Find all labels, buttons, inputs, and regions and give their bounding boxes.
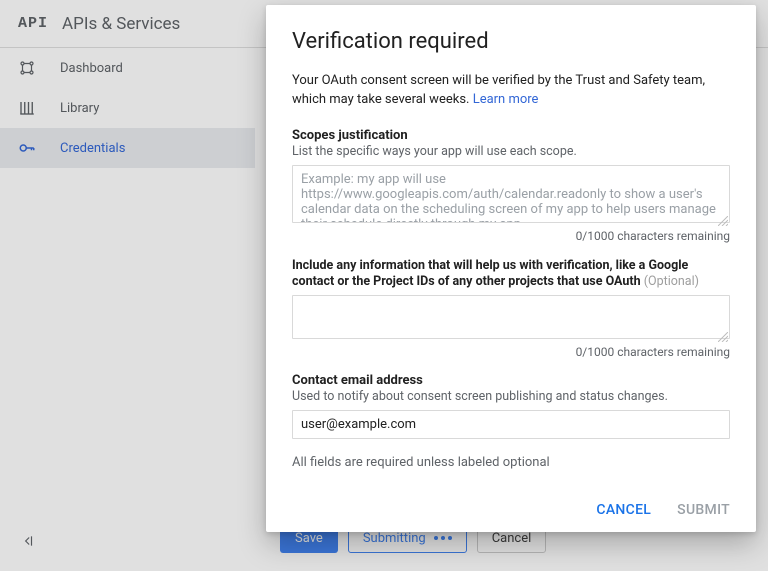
- extra-info-counter: 0/1000 characters remaining: [292, 345, 730, 359]
- scopes-label: Scopes justification: [292, 128, 730, 143]
- modal-actions: CANCEL SUBMIT: [292, 494, 730, 518]
- modal-title: Verification required: [292, 29, 730, 54]
- extra-info-textarea[interactable]: [292, 295, 730, 339]
- email-field-group: Contact email address Used to notify abo…: [292, 373, 730, 439]
- modal-description: Your OAuth consent screen will be verifi…: [292, 72, 730, 110]
- email-label: Contact email address: [292, 373, 730, 388]
- scopes-sublabel: List the specific ways your app will use…: [292, 144, 730, 161]
- modal-submit-button[interactable]: SUBMIT: [677, 502, 730, 518]
- scopes-counter: 0/1000 characters remaining: [292, 229, 730, 243]
- modal-cancel-button[interactable]: CANCEL: [596, 502, 651, 518]
- extra-info-field: Include any information that will help u…: [292, 257, 730, 360]
- scopes-textarea[interactable]: [292, 165, 730, 223]
- verification-modal: Verification required Your OAuth consent…: [266, 5, 756, 532]
- email-input[interactable]: [292, 410, 730, 439]
- extra-info-label: Include any information that will help u…: [292, 258, 730, 292]
- scopes-field: Scopes justification List the specific w…: [292, 128, 730, 243]
- modal-footnote: All fields are required unless labeled o…: [292, 455, 730, 470]
- learn-more-link[interactable]: Learn more: [473, 92, 539, 107]
- email-sublabel: Used to notify about consent screen publ…: [292, 389, 730, 406]
